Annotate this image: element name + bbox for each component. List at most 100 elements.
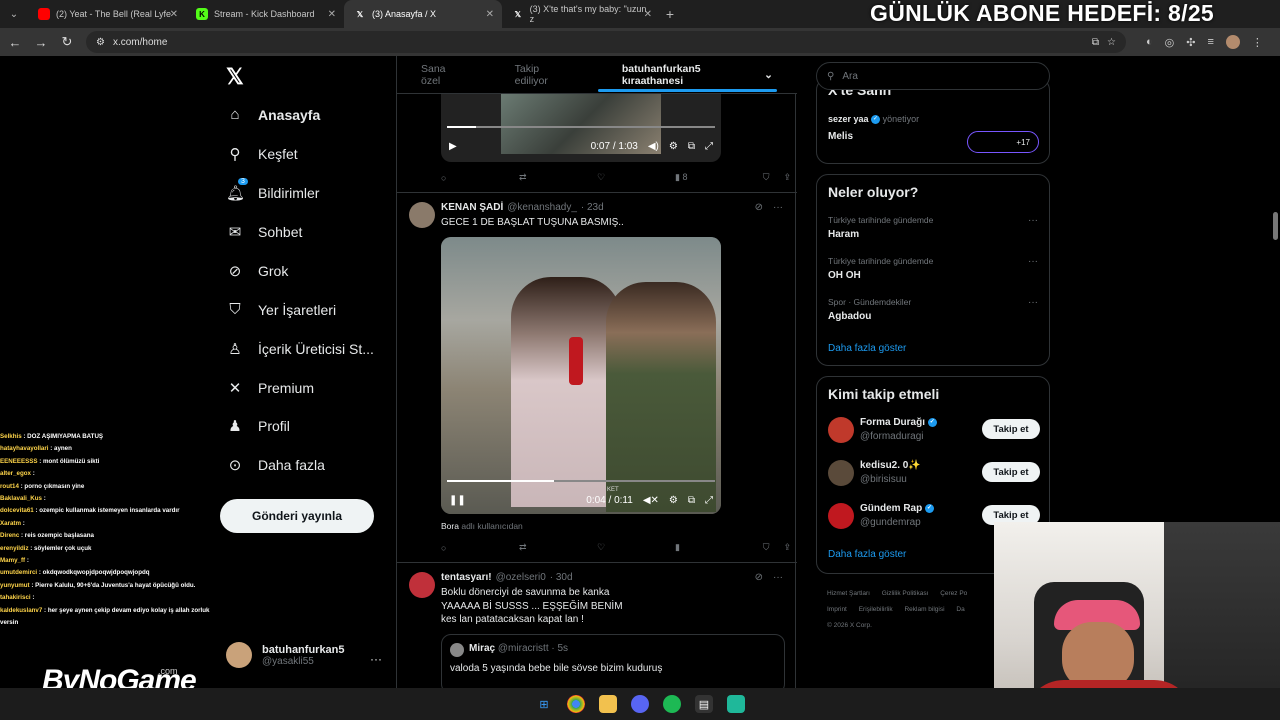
fullscreen-icon[interactable]: ⤢ — [705, 141, 713, 152]
more-dots-icon[interactable]: ··· — [1028, 256, 1038, 267]
browser-tab-x-home[interactable]: 𝕏 (3) Anasayfa / X ✕ — [344, 0, 502, 28]
settings-gear-icon[interactable]: ⚙ — [669, 141, 678, 152]
nav-profile[interactable]: ♟ Profil — [226, 417, 290, 435]
source-user[interactable]: Bora — [441, 521, 459, 531]
scrollbar-thumb[interactable] — [1273, 212, 1278, 240]
grok-icon[interactable]: ⊘ — [755, 572, 763, 583]
chrome-icon[interactable] — [567, 695, 585, 713]
author-handle[interactable]: @ozelseri0 — [496, 572, 546, 583]
install-icon[interactable]: ⧉ — [1092, 37, 1099, 48]
community-card[interactable]: X'te Sahn sezer yaa ✓ yönetiyor Melis +1… — [816, 78, 1050, 164]
more-dots-icon[interactable]: ··· — [1028, 215, 1038, 226]
grok-icon[interactable]: ⊘ — [755, 202, 763, 213]
tab-following[interactable]: Takip ediliyor — [491, 56, 598, 94]
x-logo-icon[interactable]: 𝕏 — [226, 64, 244, 90]
views-icon[interactable]: ▮ 8 — [675, 172, 753, 183]
account-switcher[interactable]: batuhanfurkan5 @yasakli55 — [226, 642, 345, 668]
forward-icon[interactable]: → — [34, 35, 48, 50]
footer-link[interactable]: Reklam bilgisi — [904, 606, 944, 613]
nav-home[interactable]: ⌂ Anasayfa — [226, 106, 320, 123]
extension-icon[interactable]: ◐ — [1146, 36, 1153, 48]
tweet-age[interactable]: · 30d — [550, 572, 573, 583]
show-more-link[interactable]: Daha fazla göster — [828, 549, 906, 560]
app-icon[interactable]: ▤ — [695, 695, 713, 713]
pause-icon[interactable]: ❚❚ — [449, 495, 466, 506]
tweet-age[interactable]: · 23d — [581, 202, 604, 213]
nav-notifications[interactable]: 🔔︎ 3 Bildirimler — [226, 178, 319, 202]
like-icon[interactable]: ♡ — [597, 172, 675, 183]
volume-icon[interactable]: ◀) — [648, 141, 659, 152]
follow-button[interactable]: Takip et — [982, 462, 1040, 482]
quoted-tweet[interactable]: Miraç @miracristt · 5s valoda 5 yaşında … — [441, 634, 785, 688]
nav-explore[interactable]: ⚲ Keşfet — [226, 145, 298, 163]
close-icon[interactable]: ✕ — [170, 9, 178, 20]
more-dots-icon[interactable]: ··· — [1028, 297, 1038, 308]
close-icon[interactable]: ✕ — [644, 9, 652, 20]
trend-item[interactable]: Türkiye tarihinde gündemde OH OH ··· — [828, 256, 1038, 281]
tab-search-icon[interactable]: ⌄ — [0, 9, 28, 20]
like-icon[interactable]: ♡ — [597, 542, 675, 553]
footer-link[interactable]: Erişilebilirlik — [859, 606, 893, 613]
trend-item[interactable]: Spor · Gündemdekiler Agbadou ··· — [828, 297, 1038, 322]
settings-gear-icon[interactable]: ⚙ — [669, 495, 678, 506]
video-progress-bar[interactable] — [447, 126, 715, 128]
tab-community[interactable]: batuhanfurkan5 kıraathanesi ⌄ — [597, 56, 797, 94]
close-icon[interactable]: ✕ — [328, 9, 336, 20]
nav-premium[interactable]: ✕ Premium — [226, 379, 314, 397]
nav-more[interactable]: ⊙ Daha fazla — [226, 456, 325, 474]
footer-link[interactable]: Gizlilik Politikası — [882, 590, 929, 597]
follow-suggestion[interactable]: kedisu2. 0✨ @birisisuu Takip et — [828, 458, 1040, 488]
play-icon[interactable]: ▶ — [449, 141, 457, 152]
menu-kebab-icon[interactable]: ⋮ — [1252, 36, 1263, 49]
tab-for-you[interactable]: Sana özel — [397, 56, 491, 94]
mute-icon[interactable]: ◀✕ — [643, 495, 659, 506]
search-input[interactable]: ⚲ Ara — [816, 62, 1050, 90]
footer-link[interactable]: Çerez Po — [940, 590, 967, 597]
discord-icon[interactable] — [631, 695, 649, 713]
video-player[interactable]: ▶ 0:07 / 1:03 ◀) ⚙ ⧉ ⤢ — [441, 94, 721, 162]
more-dots-icon[interactable]: ··· — [773, 202, 783, 213]
follow-button[interactable]: Takip et — [982, 419, 1040, 439]
reply-icon[interactable]: ○ — [441, 543, 519, 553]
extension-icon[interactable]: ◎ — [1165, 36, 1175, 49]
bookmark-icon[interactable]: ⛉ — [763, 542, 770, 553]
nav-grok[interactable]: ⊘ Grok — [226, 262, 289, 280]
nav-bookmarks[interactable]: ⛉ Yer İşaretleri — [226, 301, 336, 318]
bookmark-icon[interactable]: ⛉ — [763, 172, 770, 183]
bookmark-star-icon[interactable]: ☆ — [1107, 37, 1116, 48]
reload-icon[interactable]: ↻ — [60, 34, 74, 50]
video-player[interactable]: KET ❚❚ 0:04 / 0:11 ◀✕ ⚙ ⧉ ⤢ — [441, 237, 721, 514]
views-icon[interactable]: ▮ — [675, 542, 753, 553]
footer-link[interactable]: Da — [956, 606, 964, 613]
footer-link[interactable]: Imprint — [827, 606, 847, 613]
pip-icon[interactable]: ⧉ — [688, 495, 695, 506]
back-icon[interactable]: ← — [8, 35, 22, 50]
browser-tab-kick[interactable]: K Stream - Kick Dashboard ✕ — [186, 0, 344, 28]
show-more-link[interactable]: Daha fazla göster — [828, 343, 906, 354]
follow-suggestion[interactable]: Forma Durağı ✓ @formaduragi Takip et — [828, 415, 1040, 445]
author-handle[interactable]: @kenanshady_ — [507, 202, 577, 213]
retweet-icon[interactable]: ⇄ — [519, 172, 597, 183]
video-progress-bar[interactable] — [447, 480, 715, 482]
nav-messages[interactable]: ✉ Sohbet — [226, 223, 303, 241]
more-dots-icon[interactable]: ··· — [370, 652, 382, 666]
extensions-puzzle-icon[interactable]: ✣ — [1186, 36, 1195, 49]
browser-tab-youtube[interactable]: (2) Yeat - The Bell (Real Lyfe ✕ — [28, 0, 186, 28]
app-icon[interactable] — [727, 695, 745, 713]
share-icon[interactable]: ⇪ — [783, 542, 791, 553]
pip-icon[interactable]: ⧉ — [688, 141, 695, 152]
browser-tab-x-post[interactable]: 𝕏 (3) X'te that's my baby: "uzun z ✕ — [502, 0, 660, 28]
new-tab-icon[interactable]: + — [660, 6, 680, 22]
spotify-icon[interactable] — [663, 695, 681, 713]
profile-avatar[interactable] — [1225, 35, 1240, 49]
retweet-icon[interactable]: ⇄ — [519, 542, 597, 553]
address-bar[interactable]: ⚙ x.com/home ⧉ ☆ — [86, 31, 1126, 53]
avatar[interactable] — [409, 202, 435, 228]
avatar[interactable] — [409, 572, 435, 598]
nav-creator-studio[interactable]: ♙ İçerik Üreticisi St... — [226, 340, 374, 358]
media-icon[interactable]: ≡ — [1207, 36, 1213, 48]
post-button[interactable]: Gönderi yayınla — [220, 499, 374, 533]
start-windows-icon[interactable]: ⊞ — [535, 695, 553, 713]
file-explorer-icon[interactable] — [599, 695, 617, 713]
close-icon[interactable]: ✕ — [486, 9, 494, 20]
